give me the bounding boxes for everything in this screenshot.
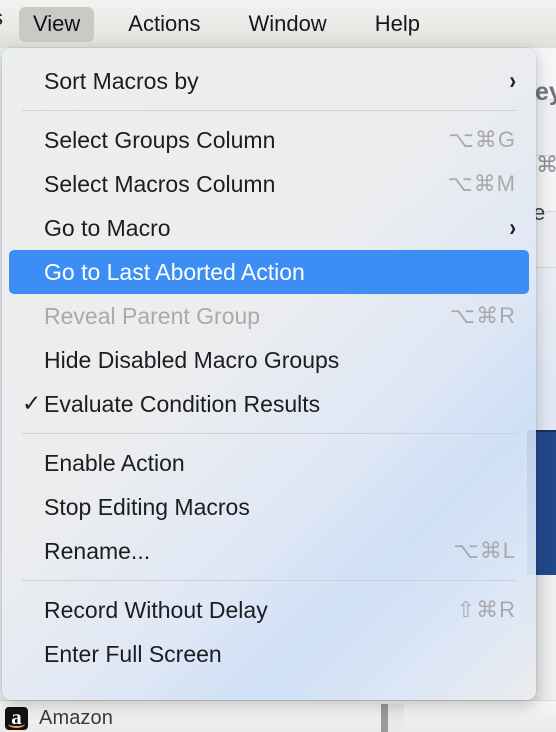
menu-item-label: Select Macros Column	[44, 170, 276, 197]
menu-bar-clipped-title: s	[0, 5, 3, 31]
menu-bar-item-window[interactable]: Window	[234, 7, 340, 42]
menu-item-label: Go to Last Aborted Action	[44, 258, 305, 285]
menu-item-label: Record Without Delay	[44, 596, 268, 623]
menu-item-enter-full-screen[interactable]: Enter Full Screen	[2, 632, 536, 676]
menu-item-sort-macros-by[interactable]: Sort Macros by ›	[2, 59, 536, 103]
menu-item-label: Reveal Parent Group	[44, 302, 261, 329]
menu-bar: s View Actions Window Help	[0, 0, 556, 48]
menu-item-label: Hide Disabled Macro Groups	[44, 346, 340, 373]
chevron-right-icon: ›	[509, 67, 516, 95]
menu-item-rename[interactable]: Rename... ⌥⌘L	[2, 529, 536, 573]
list-item[interactable]: a Amazon	[0, 704, 404, 732]
menu-item-stop-editing-macros[interactable]: Stop Editing Macros	[2, 485, 536, 529]
menu-separator	[22, 580, 516, 581]
menu-item-label: Enable Action	[44, 449, 185, 476]
background-clipped-text: ey	[535, 78, 556, 106]
menu-separator	[22, 110, 516, 111]
view-menu-items-container: Sort Macros by › Select Groups Column ⌥⌘G Se…	[2, 48, 536, 700]
menu-bar-item-actions[interactable]: Actions	[114, 7, 214, 42]
checkmark-icon: ✓	[22, 389, 42, 416]
menu-item-go-to-macro[interactable]: Go to Macro ›	[2, 206, 536, 250]
menu-separator	[22, 433, 516, 434]
menu-item-label: Evaluate Condition Results	[44, 390, 321, 417]
background-clipped-command-glyph: ⌘	[536, 152, 556, 177]
menu-item-label: Rename...	[44, 537, 151, 564]
list-item-label: Amazon	[39, 706, 113, 729]
amazon-icon: a	[5, 706, 28, 730]
menu-bar-item-help[interactable]: Help	[361, 7, 434, 42]
menu-item-enable-action[interactable]: Enable Action	[2, 441, 536, 485]
menu-bar-item-view[interactable]: View	[19, 6, 95, 42]
menu-item-reveal-parent-group: Reveal Parent Group ⌥⌘R	[2, 294, 536, 338]
menu-item-go-to-last-aborted-action[interactable]: Go to Last Aborted Action	[9, 250, 529, 294]
menu-item-shortcut: ⌥⌘R	[449, 303, 516, 328]
menu-item-hide-disabled-macro-groups[interactable]: Hide Disabled Macro Groups	[2, 338, 536, 382]
menu-item-label: Sort Macros by	[44, 67, 199, 94]
chevron-right-icon: ›	[509, 214, 516, 242]
menu-item-label: Enter Full Screen	[44, 640, 222, 667]
menu-item-shortcut: ⇧⌘R	[456, 597, 516, 622]
menu-item-label: Go to Macro	[44, 214, 171, 241]
menu-item-label: Stop Editing Macros	[44, 493, 250, 520]
amazon-swoosh-icon	[8, 720, 25, 728]
menu-item-shortcut: ⌥⌘M	[447, 171, 516, 196]
menu-item-select-macros-column[interactable]: Select Macros Column ⌥⌘M	[2, 162, 536, 206]
menu-item-shortcut: ⌥⌘L	[453, 538, 516, 563]
view-dropdown-menu: Sort Macros by › Select Groups Column ⌥⌘G Se…	[2, 48, 536, 700]
menu-item-evaluate-condition-results[interactable]: ✓ Evaluate Condition Results	[2, 382, 536, 426]
menu-item-record-without-delay[interactable]: Record Without Delay ⇧⌘R	[2, 588, 536, 632]
menu-item-label: Select Groups Column	[44, 126, 276, 153]
menu-item-shortcut: ⌥⌘G	[448, 127, 516, 152]
menu-item-select-groups-column[interactable]: Select Groups Column ⌥⌘G	[2, 118, 536, 162]
